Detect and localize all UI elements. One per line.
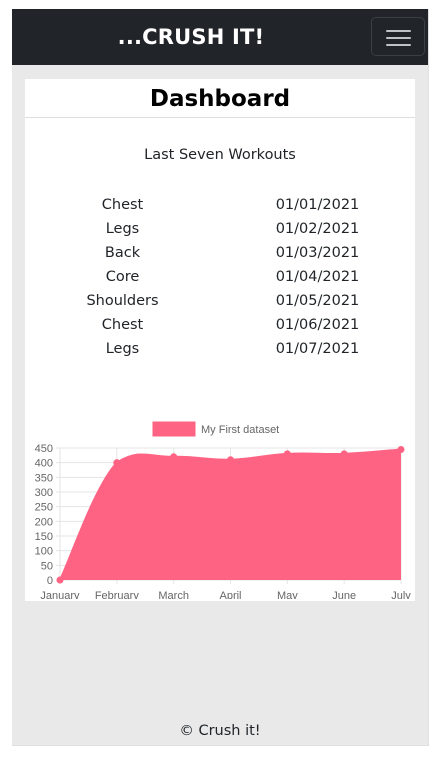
navbar: ...CRUSH IT! bbox=[12, 9, 428, 65]
x-tick-label: May bbox=[277, 590, 298, 599]
workout-date: 01/01/2021 bbox=[275, 197, 360, 213]
chart-svg: My First dataset 0 50 100 150 200 250 300 350 400… bbox=[35, 421, 411, 599]
y-tick-label: 400 bbox=[35, 458, 53, 470]
x-tick-label: February bbox=[95, 590, 140, 599]
workout-row: Legs 01/02/2021 bbox=[25, 217, 415, 241]
app-container: ...CRUSH IT! Dashboard Last Seven Workou… bbox=[12, 9, 429, 746]
data-point bbox=[170, 453, 178, 461]
workout-name: Back bbox=[104, 245, 141, 261]
x-tick-label: July bbox=[391, 590, 411, 599]
workout-name: Chest bbox=[101, 317, 144, 333]
y-tick-label: 100 bbox=[35, 546, 53, 558]
page-title: Dashboard bbox=[25, 79, 415, 118]
dashboard-card: Dashboard Last Seven Workouts Chest 01/01… bbox=[25, 79, 415, 601]
workout-name: Shoulders bbox=[86, 293, 159, 309]
workout-name: Core bbox=[105, 269, 140, 285]
workout-date: 01/03/2021 bbox=[275, 245, 360, 261]
hamburger-menu-icon-line bbox=[386, 37, 411, 39]
workout-chart: My First dataset 0 50 100 150 200 250 300 350 400… bbox=[25, 409, 415, 599]
workout-date: 01/06/2021 bbox=[275, 317, 360, 333]
data-point bbox=[340, 450, 348, 458]
data-point bbox=[397, 445, 405, 453]
hamburger-menu-icon bbox=[386, 30, 411, 32]
navbar-toggle-button[interactable] bbox=[371, 17, 425, 56]
workout-name: Legs bbox=[105, 221, 140, 237]
workout-date: 01/02/2021 bbox=[275, 221, 360, 237]
y-tick-label: 0 bbox=[47, 575, 53, 587]
workout-row: Shoulders 01/05/2021 bbox=[25, 289, 415, 313]
workouts-subtitle: Last Seven Workouts bbox=[144, 147, 296, 163]
x-tick-label: April bbox=[219, 590, 241, 599]
data-point bbox=[227, 456, 234, 464]
workout-date: 01/05/2021 bbox=[275, 293, 360, 309]
workout-row: Legs 01/07/2021 bbox=[25, 337, 415, 361]
workout-row: Back 01/03/2021 bbox=[25, 241, 415, 265]
workout-name: Chest bbox=[101, 197, 144, 213]
workout-date: 01/07/2021 bbox=[275, 341, 360, 357]
data-point bbox=[283, 450, 291, 458]
data-point bbox=[56, 576, 64, 584]
workout-row: Core 01/04/2021 bbox=[25, 265, 415, 289]
workout-name: Legs bbox=[105, 341, 140, 357]
x-tick-label: January bbox=[40, 590, 80, 599]
y-tick-label: 150 bbox=[35, 531, 53, 543]
legend-label: My First dataset bbox=[201, 424, 279, 436]
brand-title[interactable]: ...CRUSH IT! bbox=[12, 9, 370, 65]
x-tick-label: June bbox=[332, 590, 356, 599]
legend-swatch bbox=[152, 421, 196, 437]
y-tick-label: 300 bbox=[35, 487, 53, 499]
workout-row: Chest 01/06/2021 bbox=[25, 313, 415, 337]
footer-text: © Crush it! bbox=[179, 723, 261, 739]
y-tick-label: 350 bbox=[35, 472, 53, 484]
x-tick-label: March bbox=[158, 590, 189, 599]
data-point bbox=[113, 459, 121, 467]
y-tick-label: 450 bbox=[35, 443, 53, 455]
y-tick-label: 200 bbox=[35, 516, 53, 528]
workout-date: 01/04/2021 bbox=[275, 269, 360, 285]
y-tick-label: 250 bbox=[35, 502, 53, 514]
workouts-table: Chest 01/01/2021 Legs 01/02/2021 Back 01/03/2… bbox=[25, 193, 415, 361]
hamburger-menu-icon-line bbox=[386, 44, 411, 46]
workout-row: Chest 01/01/2021 bbox=[25, 193, 415, 217]
y-tick-label: 50 bbox=[41, 560, 53, 572]
